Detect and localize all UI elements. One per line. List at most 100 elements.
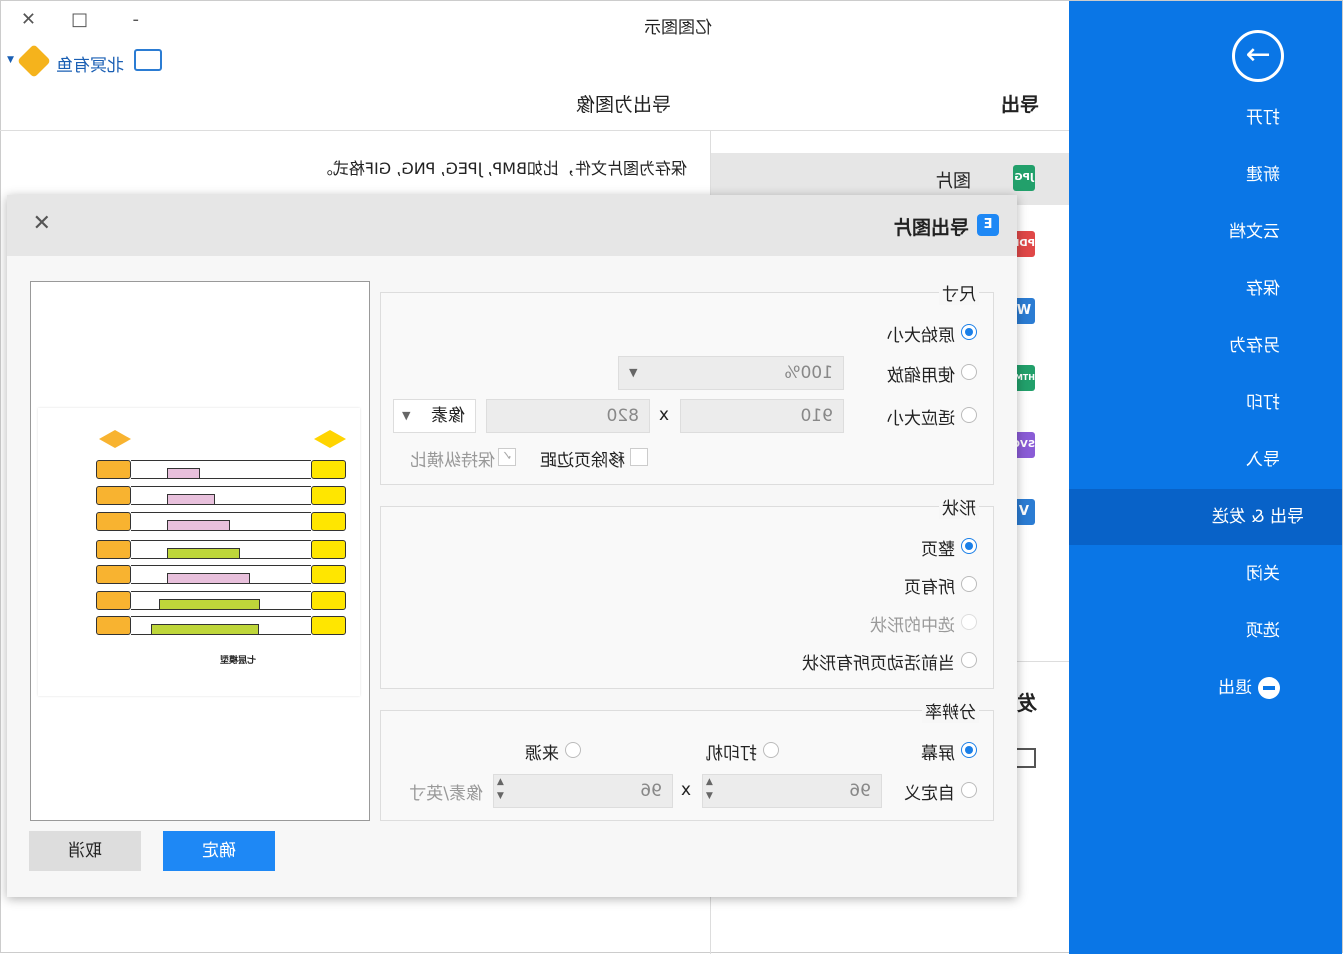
dpi-x-stepper[interactable]: 96 ▲ ▼ [702,774,882,808]
dialog-title: 导出图片 [892,217,969,239]
sidebar-item-save-as[interactable]: 另存为 [1069,318,1342,374]
chat-icon[interactable] [134,49,162,71]
app-window: → 打开 新建 云文档 保存 另存为 打印 导入 导出 & 发送 关闭 选项 退… [0,0,1343,954]
size-legend: 尺寸 [939,280,979,305]
cancel-button[interactable]: 取消 [29,831,141,871]
sidebar-item-cloud[interactable]: 云文档 [1069,204,1342,260]
printer-label: 打印机 [706,744,757,764]
diagram-lane [131,486,311,505]
shape-group: 形状 整页 所有页 选中的形状 当前活动页所有形状 [380,494,994,689]
height-input[interactable]: 820 [486,399,650,433]
exit-icon [1258,677,1280,699]
app-title: 亿图图示 [644,18,712,38]
radio-printer[interactable] [763,742,779,758]
diagram-node [311,512,346,531]
description: 保存为图片文件，比如BMP, JPEG, PNG, GIF格式。 [316,159,687,178]
radio-all-pages[interactable] [961,576,977,592]
dialog-header: E 导出图片 ✕ [7,195,1017,256]
source-label: 来源 [525,744,559,764]
diagram-diamond [314,430,346,448]
user-name[interactable]: 北冥有鱼 [56,51,124,76]
size-group: 尺寸 原始大小 使用缩放 100% ▼ 适应大小 910 x 820 像素 ▼ 移除… [380,280,994,485]
diagram-node [311,540,346,559]
sidebar-item-export-send[interactable]: 导出 & 发送 [1069,489,1342,545]
export-image-dialog: E 导出图片 ✕ 尺寸 原始大小 使用缩放 100% ▼ 适应大小 910 x 8… [7,195,1017,897]
section-subtitle: 导出为图像 [575,94,671,116]
keep-ratio-checkbox[interactable]: ✓ [498,448,516,466]
selected-shapes-label: 选中的形状 [870,616,955,636]
whole-page-label: 整页 [921,540,955,560]
keep-ratio-label: 保持纵横比 [410,451,495,471]
sidebar-item-new[interactable]: 新建 [1069,147,1342,203]
dpi-unit-label: 像素/英寸 [409,784,483,804]
diagram-block [167,494,215,505]
diagram-node [311,616,346,635]
radio-fit-size[interactable] [961,407,977,423]
diagram-block [167,520,230,531]
preview-diagram: 七层模型 [38,408,360,696]
diagram-node [96,616,131,635]
diagram-node [96,460,131,479]
sidebar-item-save[interactable]: 保存 [1069,261,1342,317]
diagram-block [167,573,250,584]
back-arrow-icon[interactable]: → [1232,30,1284,82]
preview-pane: 七层模型 [30,281,370,821]
diagram-node [311,486,346,505]
sidebar-item-import[interactable]: 导入 [1069,432,1342,488]
user-dropdown-icon[interactable]: ▼ [7,55,14,65]
vip-badge-icon [17,44,51,78]
unit-select[interactable]: 像素 ▼ [393,399,476,433]
diagram-node [96,512,131,531]
diagram-node [96,486,131,505]
send-heading: 发 [1017,691,1037,715]
fit-size-label: 适应大小 [887,409,955,429]
dialog-close-icon[interactable]: ✕ [33,211,51,236]
original-size-label: 原始大小 [887,326,955,346]
section-title: 导出 [1000,94,1039,116]
radio-use-zoom[interactable] [961,364,977,380]
radio-current-page-shapes[interactable] [961,652,977,668]
radio-original-size[interactable] [961,324,977,340]
sidebar-item-open[interactable]: 打开 [1069,90,1342,146]
close-window-button[interactable]: ✕ [21,9,36,30]
sidebar-item-exit[interactable]: 退出 [1069,660,1342,716]
times-label: x [658,405,669,425]
divider [0,130,1069,131]
times-label: x [680,780,691,800]
diagram-block [151,624,259,635]
remove-margin-label: 移除页边距 [540,451,625,471]
sidebar: → 打开 新建 云文档 保存 另存为 打印 导入 导出 & 发送 关闭 选项 退… [1069,1,1342,954]
diagram-node [311,460,346,479]
radio-source[interactable] [565,742,581,758]
radio-screen[interactable] [961,742,977,758]
diagram-title: 七层模型 [219,656,256,666]
diagram-block [167,468,200,479]
current-page-shapes-label: 当前活动页所有形状 [802,654,955,674]
diagram-block [167,548,240,559]
resolution-group: 分辨率 屏幕 打印机 来源 自定义 96 ▲ ▼ x 96 ▲ ▼ 像素/英寸 [380,698,994,821]
dialog-logo-icon: E [977,214,999,236]
ok-button[interactable]: 确定 [163,831,275,871]
shape-legend: 形状 [939,494,979,519]
diagram-node [96,540,131,559]
custom-label: 自定义 [904,784,955,804]
format-label: 图片 [935,171,971,192]
jpg-icon: JPG [1013,165,1035,191]
diagram-node [311,565,346,584]
resolution-legend: 分辨率 [922,698,979,723]
dpi-y-stepper[interactable]: 96 ▲ ▼ [493,774,673,808]
radio-whole-page[interactable] [961,538,977,554]
zoom-select[interactable]: 100% ▼ [618,356,844,390]
use-zoom-label: 使用缩放 [887,366,955,386]
sidebar-item-print[interactable]: 打印 [1069,375,1342,431]
sidebar-item-close[interactable]: 关闭 [1069,546,1342,602]
maximize-button[interactable]: □ [71,9,88,30]
radio-selected-shapes[interactable] [961,614,977,630]
remove-margin-checkbox[interactable] [630,448,648,466]
sidebar-item-options[interactable]: 选项 [1069,603,1342,659]
diagram-block [159,599,260,610]
radio-custom[interactable] [961,782,977,798]
diagram-lane [131,460,311,479]
width-input[interactable]: 910 [680,399,844,433]
minimize-button[interactable]: - [133,9,140,30]
